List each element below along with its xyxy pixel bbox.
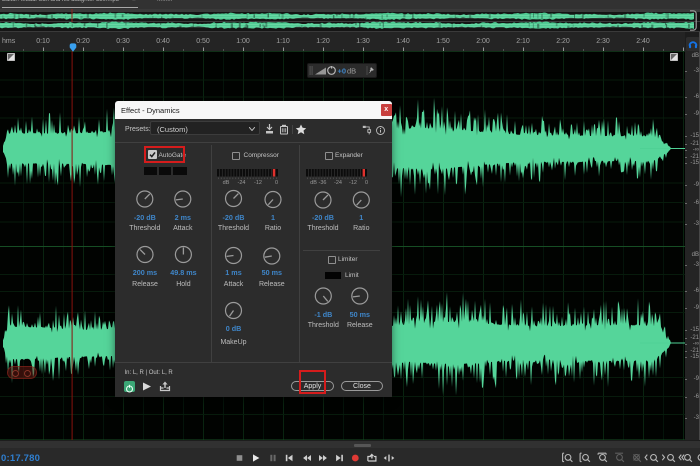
svg-text:dB: dB xyxy=(347,67,356,76)
svg-text:+0: +0 xyxy=(338,67,347,76)
